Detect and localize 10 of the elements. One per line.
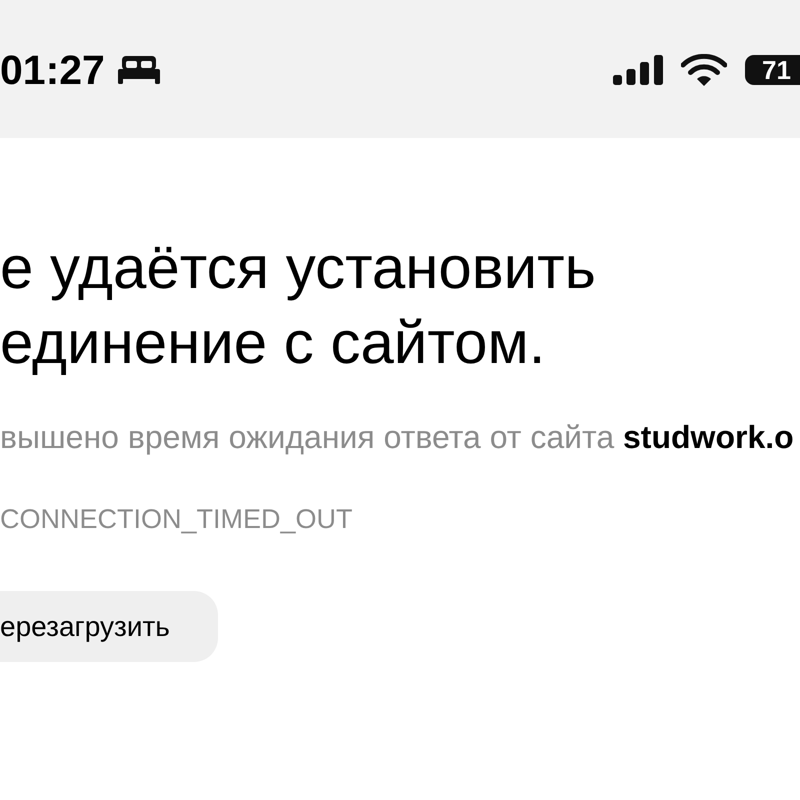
error-heading: е удаётся установить — [0, 233, 597, 303]
bed-icon — [118, 56, 160, 84]
wifi-icon — [681, 54, 727, 86]
error-description: вышено время ожидания ответа от сайта studwork.o — [0, 419, 795, 455]
cellular-signal-icon — [613, 55, 663, 85]
battery-indicator: 71 — [745, 55, 800, 85]
clock-time: 01:27 — [0, 50, 105, 90]
reload-button[interactable]: ерезагрузить — [0, 591, 218, 662]
error-code: CONNECTION_TIMED_OUT — [0, 503, 354, 535]
error-heading: единение с сайтом. — [0, 308, 546, 378]
